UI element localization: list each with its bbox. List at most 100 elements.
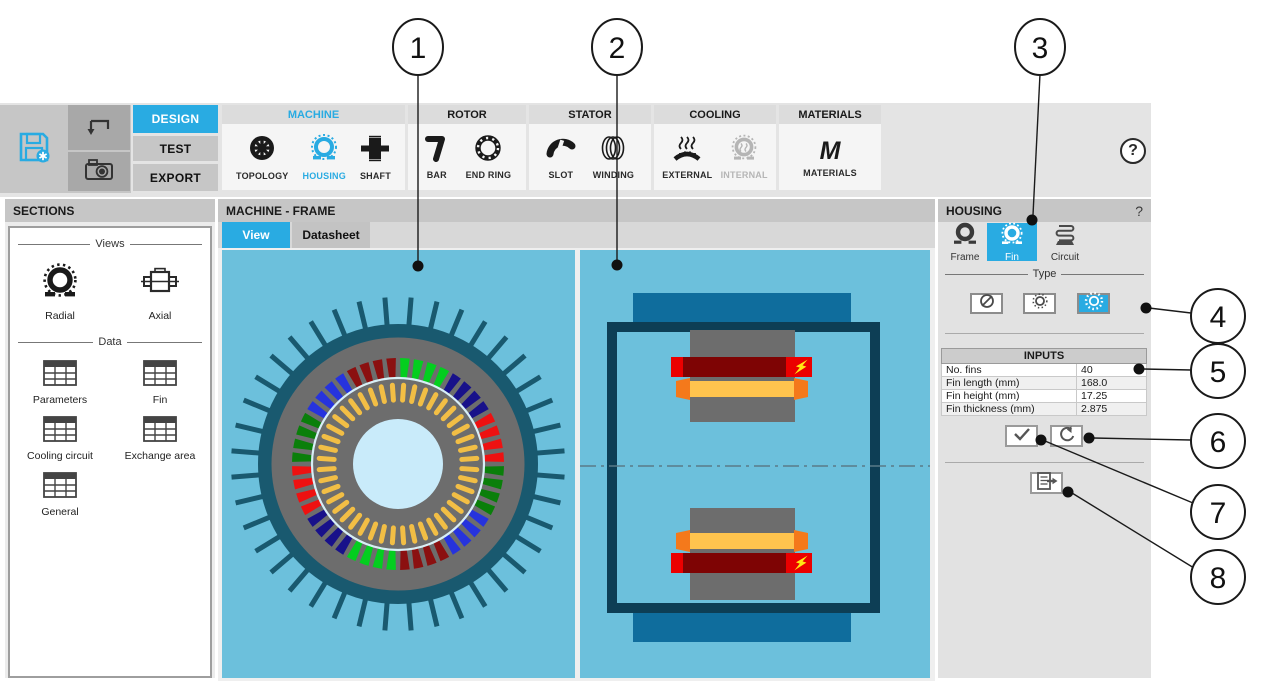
external-cooling-label: EXTERNAL: [662, 170, 712, 180]
long-fins-icon: [1084, 291, 1104, 316]
radial-label: Radial: [45, 310, 75, 322]
sidebar-item-radial[interactable]: Radial: [10, 262, 110, 322]
callout-7: 7: [1210, 497, 1227, 530]
undo-arrow-icon: [85, 113, 113, 142]
housing-icon: [309, 133, 339, 168]
slot-button[interactable]: SLOT: [546, 134, 576, 180]
inputs-table: INPUTS No. fins 40 Fin length (mm) 168.0…: [941, 348, 1147, 416]
internal-cooling-button: INTERNAL: [721, 134, 768, 180]
external-cooling-button[interactable]: EXTERNAL: [662, 134, 712, 180]
axial-view-canvas: [580, 250, 930, 678]
table-icon: [43, 416, 77, 447]
frame-tool-button[interactable]: Frame: [945, 223, 985, 261]
axial-label: Axial: [149, 310, 172, 322]
fin-type-short-button[interactable]: [1023, 293, 1056, 314]
undo-button[interactable]: [68, 105, 130, 150]
radial-view-icon: [40, 262, 80, 307]
divider: [945, 462, 1144, 463]
shaft-icon: [360, 133, 390, 168]
table-row: Fin length (mm) 168.0: [942, 377, 1147, 390]
bar-button[interactable]: BAR: [423, 134, 451, 180]
group-title: ROTOR: [408, 105, 526, 124]
rotor-bar-icon: [423, 134, 451, 167]
sidebar-item-label: Cooling circuit: [27, 450, 93, 462]
housing-panel-header: HOUSING ?: [938, 199, 1151, 222]
axial-view-icon: [140, 262, 180, 307]
external-cooling-icon: [672, 134, 702, 167]
sections-panel-header: SECTIONS: [5, 199, 215, 222]
machine-frame-title: MACHINE - FRAME: [226, 204, 335, 218]
sidebar-item-general[interactable]: General: [10, 472, 110, 518]
callout-8: 8: [1210, 562, 1227, 595]
winding-button[interactable]: WINDING: [593, 134, 634, 180]
machine-frame-header: MACHINE - FRAME: [218, 199, 935, 222]
sidebar-item-cooling-circuit[interactable]: Cooling circuit: [10, 416, 110, 462]
topology-button[interactable]: TOPOLOGY: [236, 133, 288, 181]
inputs-table-header: INPUTS: [942, 349, 1147, 364]
shaft-button[interactable]: SHAFT: [360, 133, 391, 181]
screenshot-button[interactable]: [68, 152, 130, 191]
table-row: Fin thickness (mm) 2.875: [942, 403, 1147, 416]
sidebar-item-label: Exchange area: [125, 450, 196, 462]
group-title: COOLING: [654, 105, 776, 124]
row-label: Fin height (mm): [942, 390, 1077, 403]
callout-2: 2: [609, 32, 626, 65]
end-ring-label: END RING: [466, 170, 512, 180]
ribbon-group-materials: MATERIALS M MATERIALS: [779, 105, 881, 190]
export-button[interactable]: EXPORT: [133, 164, 218, 191]
row-label: No. fins: [942, 364, 1077, 377]
design-button[interactable]: DESIGN: [133, 105, 218, 133]
sidebar-item-exchange-area[interactable]: Exchange area: [110, 416, 210, 462]
sidebar-item-axial[interactable]: Axial: [110, 262, 210, 322]
export-report-button[interactable]: [1030, 472, 1063, 494]
housing-button[interactable]: HOUSING: [303, 133, 346, 181]
view-tabs: View Datasheet: [218, 222, 935, 248]
sidebar-item-label: General: [41, 506, 78, 518]
row-value[interactable]: 40: [1077, 364, 1147, 377]
table-icon: [43, 472, 77, 503]
fin-tool-button[interactable]: Fin: [987, 223, 1037, 261]
reset-icon: [1058, 425, 1076, 448]
save-icon: [16, 129, 52, 170]
winding-icon: [598, 134, 628, 167]
sidebar-item-label: Fin: [153, 394, 168, 406]
internal-cooling-icon: [729, 134, 759, 167]
apply-button[interactable]: [1005, 425, 1038, 447]
fin-type-long-button[interactable]: [1077, 293, 1110, 314]
fin-label: Fin: [1005, 252, 1019, 263]
slot-icon: [546, 134, 576, 167]
row-label: Fin thickness (mm): [942, 403, 1077, 416]
sections-box: Views Radial: [8, 226, 212, 678]
test-button[interactable]: TEST: [133, 136, 218, 161]
sidebar-item-parameters[interactable]: Parameters: [10, 360, 110, 406]
end-ring-button[interactable]: END RING: [466, 134, 512, 180]
frame-label: Frame: [951, 252, 980, 263]
materials-button[interactable]: M MATERIALS: [803, 137, 857, 178]
callout-5: 5: [1210, 356, 1227, 389]
row-value[interactable]: 168.0: [1077, 377, 1147, 390]
frame-icon: [952, 222, 978, 251]
table-icon: [43, 360, 77, 391]
internal-cooling-label: INTERNAL: [721, 170, 768, 180]
materials-label: MATERIALS: [803, 168, 857, 178]
tab-datasheet[interactable]: Datasheet: [292, 222, 370, 248]
circuit-tool-button[interactable]: Circuit: [1040, 223, 1090, 261]
reset-button[interactable]: [1050, 425, 1083, 447]
data-legend: Data: [18, 336, 202, 348]
tab-view[interactable]: View: [222, 222, 290, 248]
export-report-icon: [1035, 471, 1059, 496]
row-value[interactable]: 17.25: [1077, 390, 1147, 403]
group-title: MACHINE: [222, 105, 405, 124]
ribbon-group-stator: STATOR SLOT W: [529, 105, 651, 190]
row-value[interactable]: 2.875: [1077, 403, 1147, 416]
table-icon: [143, 416, 177, 447]
sidebar-item-label: Parameters: [33, 394, 87, 406]
help-button[interactable]: ?: [1120, 138, 1146, 164]
fin-type-none-button[interactable]: [970, 293, 1003, 314]
radial-view-canvas: [222, 250, 575, 678]
housing-help-button[interactable]: ?: [1135, 203, 1143, 219]
ribbon-group-cooling: COOLING EXTERNAL: [654, 105, 776, 190]
sidebar-item-fin[interactable]: Fin: [110, 360, 210, 406]
save-button[interactable]: [3, 108, 65, 190]
slot-label: SLOT: [548, 170, 573, 180]
